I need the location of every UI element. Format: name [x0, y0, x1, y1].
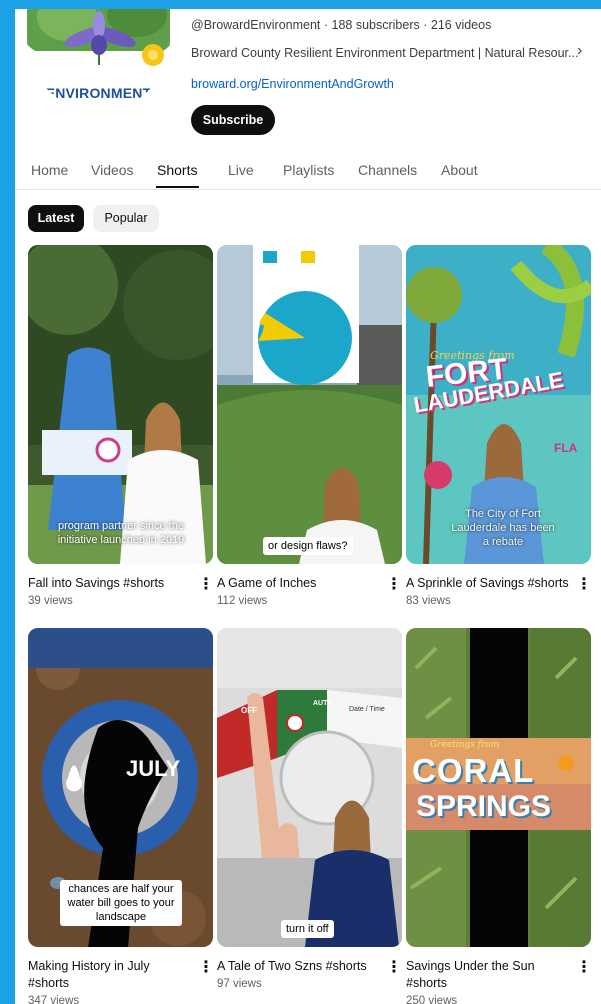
art-text-5b: AUTO: [313, 700, 333, 707]
short-overlay-text-4: chances are half your water bill goes to…: [60, 880, 182, 926]
tab-home[interactable]: Home: [31, 162, 68, 178]
tab-live[interactable]: Live: [228, 162, 254, 178]
short-title-2[interactable]: A Game of Inches: [217, 575, 377, 592]
short-thumbnail-3[interactable]: Greetings from FORT LAUDERDALE FLA The C…: [406, 245, 591, 564]
short-views-6: 250 views: [406, 995, 458, 1004]
short-views-2: 112 views: [217, 595, 268, 607]
chip-popular[interactable]: Popular: [93, 205, 159, 232]
art-text-6b: CORAL: [412, 752, 535, 789]
short-title-3[interactable]: A Sprinkle of Savings #shorts: [406, 575, 576, 592]
more-options-icon-4[interactable]: ⋮: [198, 957, 214, 977]
channel-meta: @BrowardEnvironment · 188 subscribers · …: [191, 18, 492, 32]
art-text-3d: FLA: [554, 441, 578, 455]
art-text-5c: Date / Time: [349, 706, 385, 713]
short-title-1[interactable]: Fall into Savings #shorts: [28, 575, 188, 592]
short-title-4[interactable]: Making History in July #shorts: [28, 958, 178, 992]
short-title-6[interactable]: Savings Under the Sun #shorts: [406, 958, 566, 992]
channel-brand-text: ENVIRONMENT: [45, 85, 152, 101]
art-text-5a: OFF: [241, 706, 257, 715]
short-title-5[interactable]: A Tale of Two Szns #shorts: [217, 958, 377, 975]
short-thumbnail-2[interactable]: or design flaws?: [217, 245, 402, 564]
more-options-icon-3[interactable]: ⋮: [576, 574, 592, 594]
active-tab-indicator: [156, 186, 199, 188]
tab-videos[interactable]: Videos: [91, 162, 134, 178]
tab-playlists[interactable]: Playlists: [283, 162, 334, 178]
short-thumbnail-6[interactable]: Greetings from CORAL SPRINGS: [406, 628, 591, 947]
short-thumbnail-5[interactable]: OFF AUTO Date / Time turn it off: [217, 628, 402, 947]
channel-description[interactable]: Broward County Resilient Environment Dep…: [191, 46, 578, 60]
subscribe-button[interactable]: Subscribe: [191, 105, 275, 135]
short-thumbnail-1[interactable]: program partner since the initiative lau…: [28, 245, 213, 564]
short-views-3: 83 views: [406, 595, 451, 607]
short-overlay-text-5: turn it off: [281, 920, 334, 938]
channel-page: ENVIRONMENT @BrowardEnvironment · 188 su…: [15, 9, 601, 1004]
channel-tabs: Home Videos Shorts Live Playlists Channe…: [15, 159, 601, 190]
channel-link[interactable]: broward.org/EnvironmentAndGrowth: [191, 77, 394, 91]
orange-fruit-icon: [558, 755, 574, 771]
art-text-6a: Greetings from: [430, 740, 500, 750]
short-views-5: 97 views: [217, 978, 262, 990]
short-overlay-text-2: or design flaws?: [263, 537, 353, 555]
art-text-6c: SPRINGS: [416, 790, 552, 823]
tab-shorts[interactable]: Shorts: [157, 162, 197, 178]
more-options-icon-2[interactable]: ⋮: [386, 574, 402, 594]
more-options-icon-6[interactable]: ⋮: [576, 957, 592, 977]
short-overlay-text-3: The City of Fort Lauderdale has been a r…: [451, 508, 555, 548]
art-text-4: JULY: [126, 756, 181, 781]
more-options-icon-1[interactable]: ⋮: [198, 574, 214, 594]
short-thumbnail-4[interactable]: JULY chances are half your water bill go…: [28, 628, 213, 947]
short-views-4: 347 views: [28, 995, 80, 1004]
short-overlay-text-1: program partner since the initiative lau…: [57, 520, 185, 546]
more-options-icon-5[interactable]: ⋮: [386, 957, 402, 977]
tab-channels[interactable]: Channels: [358, 162, 417, 178]
channel-avatar[interactable]: ENVIRONMENT: [27, 9, 170, 111]
tab-about[interactable]: About: [441, 162, 478, 178]
chip-latest[interactable]: Latest: [28, 205, 84, 232]
chevron-right-icon[interactable]: ›: [577, 42, 582, 60]
short-views-1: 39 views: [28, 595, 73, 607]
